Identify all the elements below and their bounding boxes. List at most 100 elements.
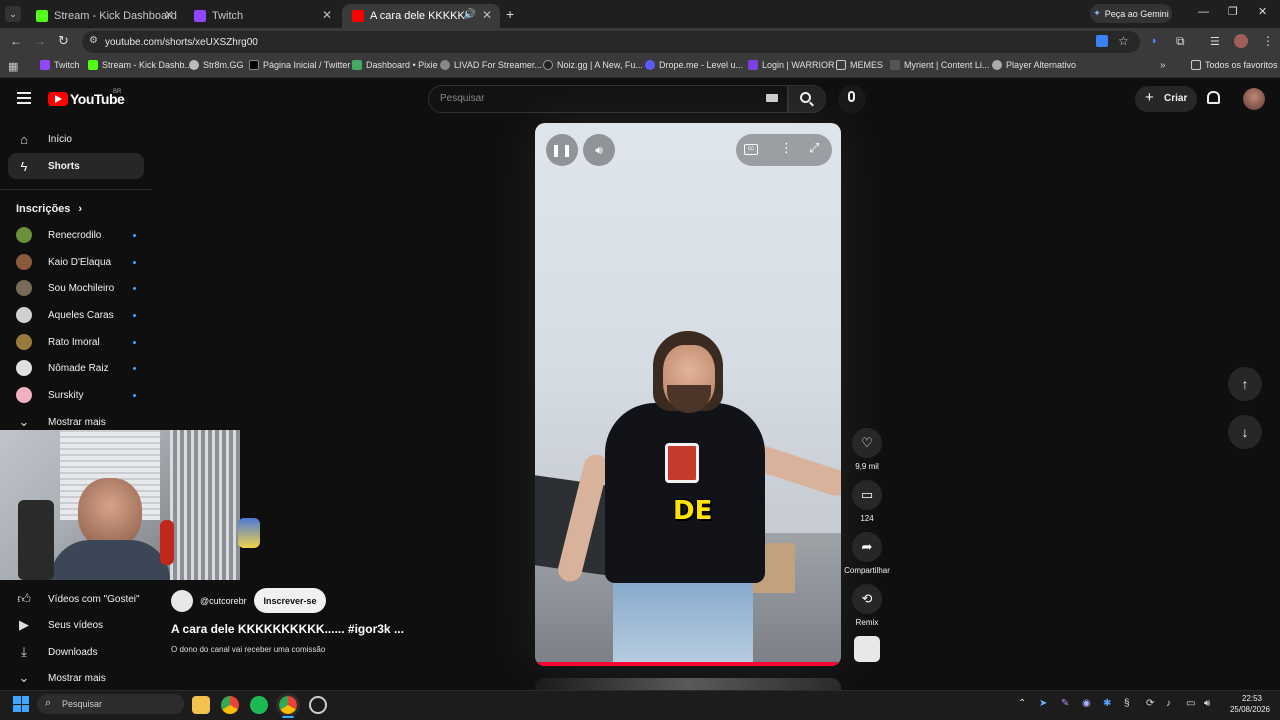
- spotify-icon[interactable]: [250, 696, 268, 714]
- bookmark-twitch[interactable]: Twitch: [40, 60, 80, 70]
- tray-app-icon[interactable]: §: [1124, 698, 1130, 709]
- remix-button[interactable]: ⟲: [852, 584, 882, 614]
- fullscreen-icon[interactable]: ⤢: [809, 140, 819, 156]
- hamburger-menu-icon[interactable]: [17, 92, 31, 104]
- bookmark-str8m[interactable]: Str8m.GG: [189, 60, 244, 70]
- site-info-icon[interactable]: ⚙: [89, 35, 98, 46]
- notifications-bell-icon[interactable]: [1207, 91, 1220, 104]
- youtube-logo-icon[interactable]: [48, 92, 68, 106]
- bookmark-livad[interactable]: LIVAD For Streamer...: [440, 60, 542, 70]
- close-icon[interactable]: ✕: [482, 8, 492, 22]
- tray-app-icon[interactable]: ➤: [1039, 698, 1047, 709]
- taskbar-search-box[interactable]: [37, 694, 184, 714]
- browser-menu-icon[interactable]: ⋮: [1262, 34, 1274, 48]
- tray-app-icon[interactable]: ⟳: [1146, 698, 1154, 709]
- bookmark-kick[interactable]: Stream - Kick Dashb...: [88, 60, 192, 70]
- tab-kick[interactable]: Stream - Kick Dashboard ✕: [26, 4, 182, 28]
- download-icon: ⤓: [21, 644, 27, 659]
- subscriptions-header[interactable]: Inscrições ›: [16, 203, 82, 215]
- captions-icon[interactable]: cc: [744, 144, 758, 155]
- forward-icon[interactable]: →: [34, 34, 46, 48]
- channel-avatar[interactable]: [171, 590, 193, 612]
- sound-thumbnail[interactable]: [854, 636, 880, 662]
- extension-icon[interactable]: ◗: [1151, 35, 1158, 47]
- account-avatar[interactable]: [1243, 88, 1265, 110]
- subscription-item[interactable]: Surskity: [16, 384, 136, 406]
- comments-button[interactable]: ▭: [852, 480, 882, 510]
- pause-button[interactable]: ❚❚: [546, 134, 578, 166]
- discord-icon[interactable]: ◉: [1082, 698, 1091, 709]
- keyboard-icon[interactable]: [766, 94, 778, 102]
- star-icon[interactable]: ☆: [1118, 34, 1129, 48]
- minimize-button[interactable]: —: [1198, 6, 1209, 18]
- volume-icon[interactable]: 🔊︎: [1204, 698, 1210, 709]
- previous-short-button[interactable]: ↑: [1228, 367, 1262, 401]
- network-icon[interactable]: ▭: [1186, 698, 1195, 709]
- like-button[interactable]: ♡: [852, 428, 882, 458]
- reload-icon[interactable]: ↻: [58, 33, 69, 49]
- show-more-library[interactable]: ⌄ Mostrar mais: [8, 665, 144, 691]
- progress-bar-track[interactable]: [535, 662, 841, 666]
- clock-date[interactable]: 25/08/2026: [1224, 705, 1276, 714]
- close-window-button[interactable]: ✕: [1258, 5, 1267, 18]
- tab-list-chevron-icon[interactable]: ⌄: [5, 6, 21, 22]
- sidebar-item-liked-videos[interactable]: 👍︎ Vídeos com "Gostei": [8, 586, 144, 612]
- tray-app-icon[interactable]: ✱: [1103, 698, 1111, 709]
- bookmark-pixie[interactable]: Dashboard • Pixie: [352, 60, 438, 70]
- bookmark-drope[interactable]: Drope.me - Level u...: [645, 60, 743, 70]
- bookmark-warrior[interactable]: Login | WARRIOR: [748, 60, 835, 70]
- new-tab-button[interactable]: +: [506, 6, 514, 22]
- chrome-active-icon[interactable]: [276, 693, 300, 717]
- extensions-puzzle-icon[interactable]: ⧉: [1176, 34, 1185, 49]
- profile-avatar[interactable]: [1234, 34, 1248, 48]
- kick-icon: [88, 60, 98, 70]
- close-icon[interactable]: ✕: [322, 8, 332, 22]
- sidebar-item-your-videos[interactable]: ▶ Seus vídeos: [8, 612, 144, 638]
- subscription-item[interactable]: Renecrodilo: [16, 224, 136, 246]
- more-bookmarks-chevron-icon[interactable]: »: [1160, 60, 1166, 71]
- restore-button[interactable]: ❐: [1228, 5, 1238, 18]
- bookmark-noiz[interactable]: Noiz.gg | A New, Fu...: [543, 60, 643, 70]
- short-title[interactable]: A cara dele KKKKKKKKKK...... #igor3k ...: [171, 622, 404, 636]
- back-icon[interactable]: ←: [10, 34, 22, 48]
- subscription-item[interactable]: Kaio D'Elaqua: [16, 251, 136, 273]
- url-text[interactable]: youtube.com/shorts/xeUXSZhrg00: [105, 37, 258, 48]
- subscription-item[interactable]: Sou Mochileiro: [16, 277, 136, 299]
- channel-handle[interactable]: @cutcorebr: [200, 596, 247, 606]
- short-video-player[interactable]: DE ❚❚ 🔊︎ cc ⋮ ⤢: [535, 123, 841, 666]
- all-bookmarks-folder[interactable]: Todos os favoritos: [1191, 60, 1278, 70]
- sidebar-item-shorts[interactable]: ϟ Shorts: [8, 153, 144, 179]
- apps-grid-icon[interactable]: ▦: [8, 60, 18, 73]
- subscription-item[interactable]: Rato Imoral: [16, 331, 136, 353]
- share-button[interactable]: ➦: [852, 532, 882, 562]
- translate-icon[interactable]: [1096, 35, 1108, 47]
- subscription-item[interactable]: Nômade Raiz: [16, 357, 136, 379]
- tray-app-icon[interactable]: ✎: [1061, 698, 1069, 709]
- microphone-icon[interactable]: ♪: [1166, 698, 1171, 709]
- obs-icon[interactable]: [309, 696, 327, 714]
- more-options-icon[interactable]: ⋮: [780, 140, 793, 156]
- windows-start-icon[interactable]: [13, 696, 29, 712]
- bookmark-player[interactable]: Player Alternativo: [992, 60, 1076, 70]
- tab-twitch[interactable]: Twitch ✕: [184, 4, 340, 28]
- warrior-icon: [748, 60, 758, 70]
- bookmark-twitter[interactable]: Página Inicial / Twitter: [249, 60, 350, 70]
- bookmark-folder-memes[interactable]: MEMES: [836, 60, 883, 70]
- chrome-icon[interactable]: [221, 696, 239, 714]
- subscription-item[interactable]: Aqueles Caras: [16, 304, 136, 326]
- gemini-button[interactable]: ✦ Peça ao Gemini: [1090, 4, 1172, 23]
- close-icon[interactable]: ✕: [164, 8, 174, 22]
- sidebar-item-home[interactable]: ⌂ Início: [8, 126, 144, 152]
- clock-time[interactable]: 22:53: [1232, 694, 1272, 703]
- tab-youtube-short[interactable]: A cara dele KKKKKKKKKK... 🔊 ✕: [342, 4, 500, 28]
- next-short-button[interactable]: ↓: [1228, 415, 1262, 449]
- next-short-preview[interactable]: [535, 678, 841, 690]
- volume-button[interactable]: 🔊︎: [583, 134, 615, 166]
- media-controls-icon[interactable]: ☰: [1210, 35, 1220, 48]
- subscribe-button[interactable]: Inscrever-se: [254, 588, 326, 613]
- speaker-icon[interactable]: 🔊: [464, 9, 476, 20]
- file-explorer-icon[interactable]: [192, 696, 210, 714]
- sidebar-item-downloads[interactable]: ⤓ Downloads: [8, 639, 144, 665]
- tray-overflow-chevron-icon[interactable]: ⌃: [1018, 698, 1026, 709]
- bookmark-myrient[interactable]: Myrient | Content Li...: [890, 60, 989, 70]
